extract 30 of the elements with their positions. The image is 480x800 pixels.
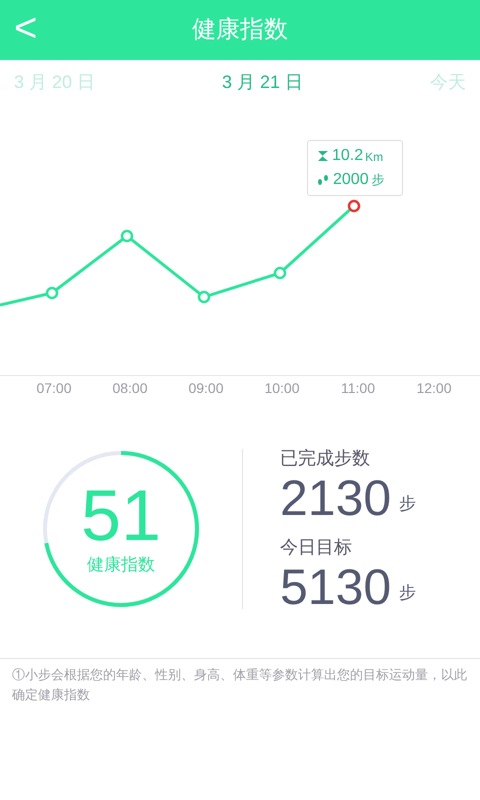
stat-label: 今日目标: [280, 536, 353, 559]
date-tab[interactable]: 3 月 20 日: [14, 69, 96, 96]
data-point: [120, 230, 134, 242]
stat-unit: 步: [399, 492, 416, 514]
health-label: 健康指数: [87, 554, 155, 576]
distance-value: 10.2: [332, 146, 364, 166]
time-label: 12:00: [415, 379, 453, 398]
footprints-icon: [316, 173, 330, 187]
stat-label: 已完成步数: [280, 447, 371, 470]
date-tab[interactable]: 3 月 21 日: [222, 69, 304, 96]
date-tab[interactable]: 今天: [430, 69, 466, 96]
info-note: ①小步会根据您的年龄、性别、身高、体重等参数计算出您的目标运动量，以此确定健康指数: [12, 666, 468, 704]
back-button[interactable]: <: [14, 6, 38, 50]
steps-value: 2000: [333, 170, 369, 190]
steps-unit: 步: [372, 171, 385, 190]
distance-unit: Km: [365, 149, 384, 166]
time-label: 09:00: [187, 379, 225, 398]
selected-point: [348, 200, 360, 212]
stat-value: 5130: [280, 561, 392, 613]
data-point: [274, 266, 286, 280]
data-point: [46, 286, 58, 300]
page-title: 健康指数: [192, 15, 288, 45]
data-point: [198, 290, 210, 304]
time-label: 10:00: [263, 379, 301, 398]
time-label: 08:00: [111, 379, 149, 398]
stat-value: 2130: [280, 472, 392, 524]
time-label: 07:00: [35, 379, 73, 398]
health-score: 51: [80, 480, 162, 552]
time-label: 11:00: [340, 379, 376, 398]
stat-unit: 步: [399, 582, 416, 604]
